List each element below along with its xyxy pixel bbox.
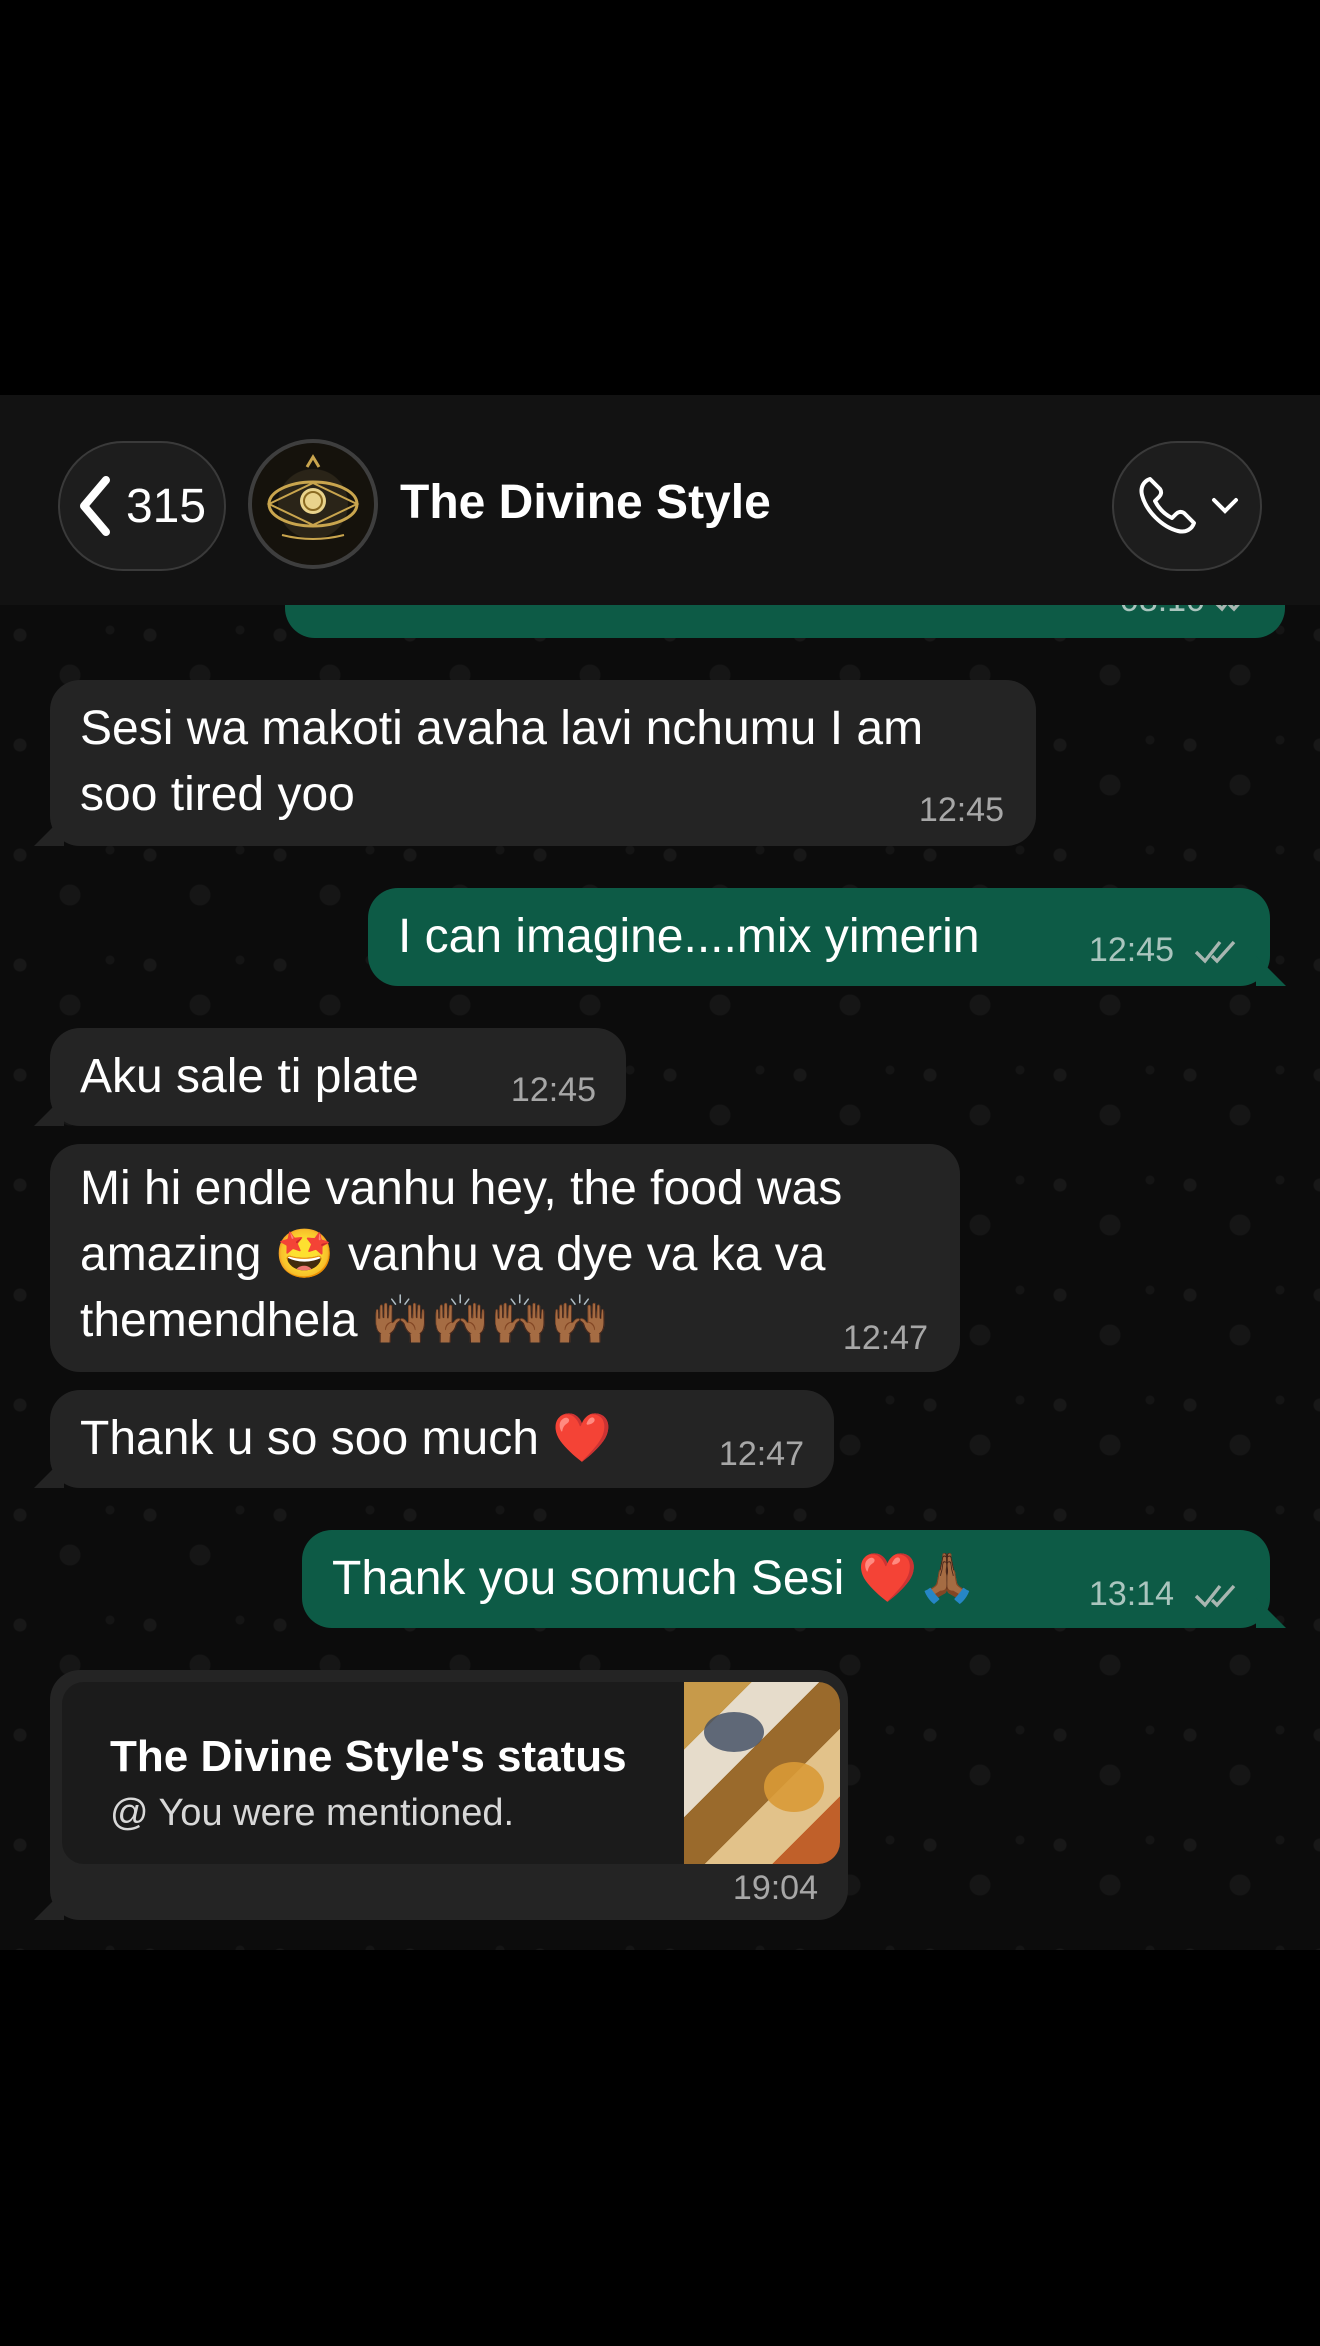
- status-subtitle: @ You were mentioned.: [110, 1792, 515, 1834]
- call-button[interactable]: [1112, 441, 1262, 571]
- message-text: Sesi wa makoti avaha lavi nchumu I am so…: [80, 702, 924, 821]
- message-time: 12:45: [1088, 931, 1174, 969]
- message-bubble-incoming[interactable]: Mi hi endle vanhu hey, the food was amaz…: [50, 1144, 960, 1372]
- status-thumbnail[interactable]: [684, 1682, 840, 1864]
- message-bubble-outgoing[interactable]: I can imagine....mix yimerin 12:45: [368, 888, 1270, 986]
- message-text: Thank u so soo much ❤️: [80, 1412, 613, 1465]
- contact-name[interactable]: The Divine Style: [400, 475, 771, 530]
- unread-count: 315: [125, 479, 207, 533]
- message-time: 13:14: [1088, 1575, 1174, 1613]
- message-bubble-incoming[interactable]: Aku sale ti plate 12:45: [50, 1028, 626, 1126]
- status-card[interactable]: The Divine Style's status @ You were men…: [62, 1682, 840, 1864]
- back-button[interactable]: 315: [58, 441, 226, 571]
- message-bubble-incoming[interactable]: Thank u so soo much ❤️ 12:47: [50, 1390, 834, 1488]
- message-time: 12:45: [918, 791, 1004, 829]
- message-time: 12:47: [718, 1435, 804, 1473]
- message-bubble-outgoing[interactable]: Thank you somuch Sesi ❤️🙏🏾 13:14: [302, 1530, 1270, 1628]
- logo-icon: [266, 454, 360, 540]
- chevron-down-icon: [1212, 498, 1238, 514]
- message-time: 12:47: [842, 1319, 928, 1357]
- chat-header: 315 The Divine Style: [0, 395, 1320, 605]
- phone-icon: [1139, 477, 1196, 534]
- chevron-left-icon: [79, 476, 110, 536]
- message-time: 12:45: [510, 1071, 596, 1109]
- status-mention-bubble[interactable]: The Divine Style's status @ You were men…: [50, 1670, 848, 1920]
- double-check-icon: [1194, 940, 1236, 964]
- message-bubble-incoming[interactable]: Sesi wa makoti avaha lavi nchumu I am so…: [50, 680, 1036, 846]
- status-title: The Divine Style's status: [110, 1732, 627, 1781]
- double-check-icon: [1194, 1584, 1236, 1608]
- message-time: 19:04: [732, 1869, 818, 1907]
- message-text: Mi hi endle vanhu hey, the food was amaz…: [80, 1162, 843, 1347]
- contact-avatar[interactable]: [248, 439, 378, 569]
